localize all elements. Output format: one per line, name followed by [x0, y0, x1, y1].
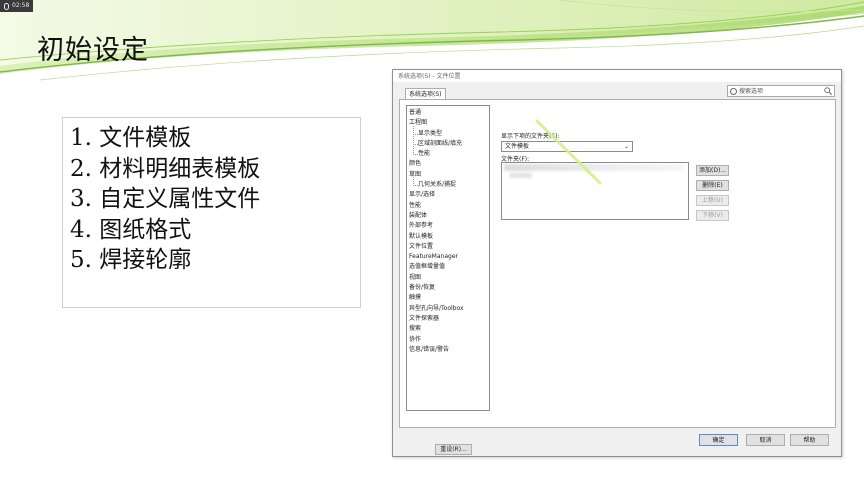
- folders-list[interactable]: [501, 162, 689, 220]
- slide-title: 初始设定: [37, 35, 149, 66]
- show-folders-value: 文件模板: [505, 143, 530, 150]
- tree-item[interactable]: 几何关系/捕捉: [409, 176, 489, 190]
- options-tree[interactable]: 普通 工程图 显示类型 区域剖面线/填充 性能 颜色 草图 几何关系/捕捉 显示/选择 性能 装配体…: [406, 105, 490, 411]
- search-input[interactable]: 搜索选项: [727, 85, 835, 97]
- tree-item[interactable]: FeatureManager: [409, 252, 489, 262]
- tree-item[interactable]: 显示/选择: [409, 190, 489, 200]
- tree-item[interactable]: 性能: [409, 201, 489, 211]
- tree-item[interactable]: 文件探索器: [409, 314, 489, 324]
- content-list: 1. 文件模板 2. 材料明细表模板 3. 自定义属性文件 4. 图纸格式 5.…: [70, 123, 260, 276]
- tree-item[interactable]: 性能: [409, 146, 489, 159]
- tab-system-options[interactable]: 系统选项(S): [405, 88, 446, 99]
- recording-indicator: 02:58: [0, 0, 34, 12]
- tree-item[interactable]: 视图: [409, 273, 489, 283]
- help-button[interactable]: 帮助: [790, 434, 829, 446]
- list-item: 3. 自定义属性文件: [70, 186, 261, 212]
- gear-icon: [730, 87, 737, 95]
- tree-item[interactable]: 选值框增量值: [409, 262, 489, 272]
- tree-item[interactable]: 工程图: [409, 118, 489, 128]
- tree-item[interactable]: 备份/恢复: [409, 283, 489, 293]
- tree-item[interactable]: 搜索: [409, 324, 489, 334]
- list-item: 4. 图纸格式: [70, 216, 192, 243]
- search-placeholder: 搜索选项: [739, 87, 764, 95]
- list-item: 5. 焊接轮廓: [70, 247, 192, 273]
- blurred-folder-path: [510, 173, 532, 178]
- chevron-down-icon: ⌄: [623, 143, 629, 150]
- tree-item[interactable]: 外部参考: [409, 221, 489, 231]
- search-icon[interactable]: [824, 87, 832, 95]
- tree-list: 普通 工程图 显示类型 区域剖面线/填充 性能 颜色 草图 几何关系/捕捉 显示/选择 性能 装配体…: [407, 106, 489, 355]
- dialog-title: 系统选项(S) - 文件位置: [393, 70, 841, 82]
- tree-item[interactable]: 触摸: [409, 293, 489, 303]
- list-item: 1. 文件模板: [70, 125, 192, 151]
- tree-item[interactable]: 草图: [409, 170, 489, 180]
- show-folders-label: 显示下项的文件夹(S):: [501, 133, 560, 140]
- move-down-button[interactable]: 下移(V): [696, 210, 729, 221]
- tree-item[interactable]: 普通: [409, 108, 489, 118]
- recording-time: 02:58: [12, 2, 30, 9]
- tree-item[interactable]: 颜色: [409, 159, 489, 169]
- tree-item[interactable]: 协作: [409, 335, 489, 345]
- blurred-folder-path[interactable]: [504, 164, 684, 171]
- reset-button[interactable]: 重设(R)...: [435, 444, 472, 455]
- delete-button[interactable]: 删除(E): [696, 180, 729, 191]
- list-item: 2. 材料明细表模板: [70, 155, 261, 182]
- tree-item[interactable]: 区域剖面线/填充: [409, 135, 489, 149]
- tree-item[interactable]: 异型孔向导/Toolbox: [409, 304, 489, 314]
- tree-item[interactable]: 显示类型: [409, 125, 489, 139]
- ok-button[interactable]: 确定: [699, 434, 738, 446]
- tree-item[interactable]: 装配体: [409, 211, 489, 221]
- content-box: 1. 文件模板 2. 材料明细表模板 3. 自定义属性文件 4. 图纸格式 5.…: [62, 117, 361, 308]
- tree-item[interactable]: 文件位置: [409, 242, 489, 252]
- options-panel: 普通 工程图 显示类型 区域剖面线/填充 性能 颜色 草图 几何关系/捕捉 显示/选择 性能 装配体…: [399, 99, 836, 455]
- move-up-button[interactable]: 上移(U): [696, 195, 729, 206]
- cancel-button[interactable]: 取消: [746, 434, 785, 446]
- microphone-icon: [4, 2, 9, 10]
- options-dialog: 系统选项(S) - 文件位置 系统选项(S) 搜索选项 普通 工程图 显示类型 区域剖…: [392, 69, 842, 457]
- tree-item[interactable]: 默认模板: [409, 232, 489, 242]
- add-button[interactable]: 添加(D)...: [696, 165, 729, 176]
- show-folders-select[interactable]: 文件模板 ⌄: [501, 141, 633, 152]
- tree-item[interactable]: 信息/错误/警告: [409, 345, 489, 355]
